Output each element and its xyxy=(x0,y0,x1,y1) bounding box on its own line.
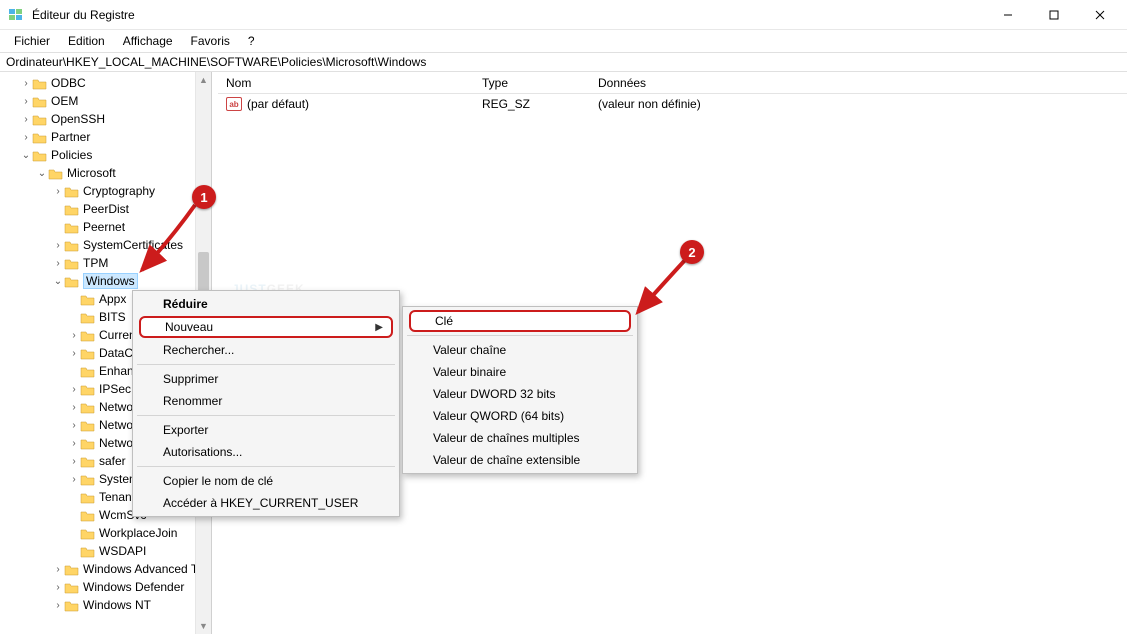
menu-favorites[interactable]: Favoris xyxy=(183,32,238,50)
column-data[interactable]: Données xyxy=(590,74,1127,92)
tree-item-workplacejoin[interactable]: WorkplaceJoin xyxy=(0,524,211,542)
scroll-down-icon[interactable]: ▼ xyxy=(196,618,211,634)
menu-goto-hkcu[interactable]: Accéder à HKEY_CURRENT_USER xyxy=(135,492,397,514)
close-button[interactable] xyxy=(1077,0,1123,30)
menu-new-dword[interactable]: Valeur DWORD 32 bits xyxy=(405,383,635,405)
tree-item-microsoft[interactable]: ⌄Microsoft xyxy=(0,164,211,182)
menu-find[interactable]: Rechercher... xyxy=(135,339,397,361)
menu-new-expandstring[interactable]: Valeur de chaîne extensible xyxy=(405,449,635,471)
tree-item-wsdapi[interactable]: WSDAPI xyxy=(0,542,211,560)
menu-separator xyxy=(407,335,633,336)
menu-file[interactable]: Fichier xyxy=(6,32,58,50)
menu-separator xyxy=(137,466,395,467)
tree-item-partner[interactable]: ›Partner xyxy=(0,128,211,146)
menu-separator xyxy=(137,364,395,365)
list-header: Nom Type Données xyxy=(218,72,1127,94)
scroll-up-icon[interactable]: ▲ xyxy=(196,72,211,88)
string-value-icon: ab xyxy=(226,97,242,111)
app-icon xyxy=(8,7,24,23)
tree-item-tpm[interactable]: ›TPM xyxy=(0,254,211,272)
menu-help[interactable]: ? xyxy=(240,32,263,50)
tree-item-peerdist[interactable]: PeerDist xyxy=(0,200,211,218)
menu-rename[interactable]: Renommer xyxy=(135,390,397,412)
column-name[interactable]: Nom xyxy=(218,74,474,92)
menu-separator xyxy=(137,415,395,416)
column-type[interactable]: Type xyxy=(474,74,590,92)
menu-nouveau[interactable]: Nouveau▶ xyxy=(139,316,393,338)
tree-item-systemcertificates[interactable]: ›SystemCertificates xyxy=(0,236,211,254)
value-type: REG_SZ xyxy=(474,96,590,112)
chevron-down-icon[interactable]: ⌄ xyxy=(36,168,48,179)
minimize-button[interactable] xyxy=(985,0,1031,30)
maximize-button[interactable] xyxy=(1031,0,1077,30)
tree-item-oem[interactable]: ›OEM xyxy=(0,92,211,110)
annotation-marker-2: 2 xyxy=(680,240,704,264)
menu-export[interactable]: Exporter xyxy=(135,419,397,441)
menu-permissions[interactable]: Autorisations... xyxy=(135,441,397,463)
tree-item-cryptography[interactable]: ›Cryptography xyxy=(0,182,211,200)
submenu-new: Clé Valeur chaîne Valeur binaire Valeur … xyxy=(402,306,638,474)
menu-reduce[interactable]: Réduire xyxy=(135,293,397,315)
menu-delete[interactable]: Supprimer xyxy=(135,368,397,390)
tree-item-windows-nt[interactable]: ›Windows NT xyxy=(0,596,211,614)
value-row-default[interactable]: ab (par défaut) REG_SZ (valeur non défini… xyxy=(218,94,1127,114)
tree-item-peernet[interactable]: Peernet xyxy=(0,218,211,236)
annotation-marker-1: 1 xyxy=(192,185,216,209)
tree-item-windows[interactable]: ⌄Windows xyxy=(0,272,211,290)
menu-new-string[interactable]: Valeur chaîne xyxy=(405,339,635,361)
value-data: (valeur non définie) xyxy=(590,96,1127,112)
tree-item-policies[interactable]: ⌄Policies xyxy=(0,146,211,164)
menu-new-binary[interactable]: Valeur binaire xyxy=(405,361,635,383)
chevron-down-icon[interactable]: ⌄ xyxy=(20,150,32,161)
window-title: Éditeur du Registre xyxy=(32,8,985,22)
tree-item-odbc[interactable]: ›ODBC xyxy=(0,74,211,92)
menu-view[interactable]: Affichage xyxy=(115,32,181,50)
tree-item-windows-defender[interactable]: ›Windows Defender xyxy=(0,578,211,596)
tree-item-windows-advanced[interactable]: ›Windows Advanced T xyxy=(0,560,211,578)
menubar: Fichier Edition Affichage Favoris ? xyxy=(0,30,1127,52)
submenu-arrow-icon: ▶ xyxy=(375,322,383,333)
menu-new-key[interactable]: Clé xyxy=(409,310,631,332)
menu-new-multistring[interactable]: Valeur de chaînes multiples xyxy=(405,427,635,449)
chevron-down-icon[interactable]: ⌄ xyxy=(52,276,64,287)
menu-edit[interactable]: Edition xyxy=(60,32,113,50)
menu-copy-key-name[interactable]: Copier le nom de clé xyxy=(135,470,397,492)
value-name: (par défaut) xyxy=(247,97,309,111)
menu-new-qword[interactable]: Valeur QWORD (64 bits) xyxy=(405,405,635,427)
address-bar[interactable]: Ordinateur\HKEY_LOCAL_MACHINE\SOFTWARE\P… xyxy=(0,52,1127,72)
titlebar: Éditeur du Registre xyxy=(0,0,1127,30)
context-menu: Réduire Nouveau▶ Rechercher... Supprimer… xyxy=(132,290,400,517)
tree-item-openssh[interactable]: ›OpenSSH xyxy=(0,110,211,128)
